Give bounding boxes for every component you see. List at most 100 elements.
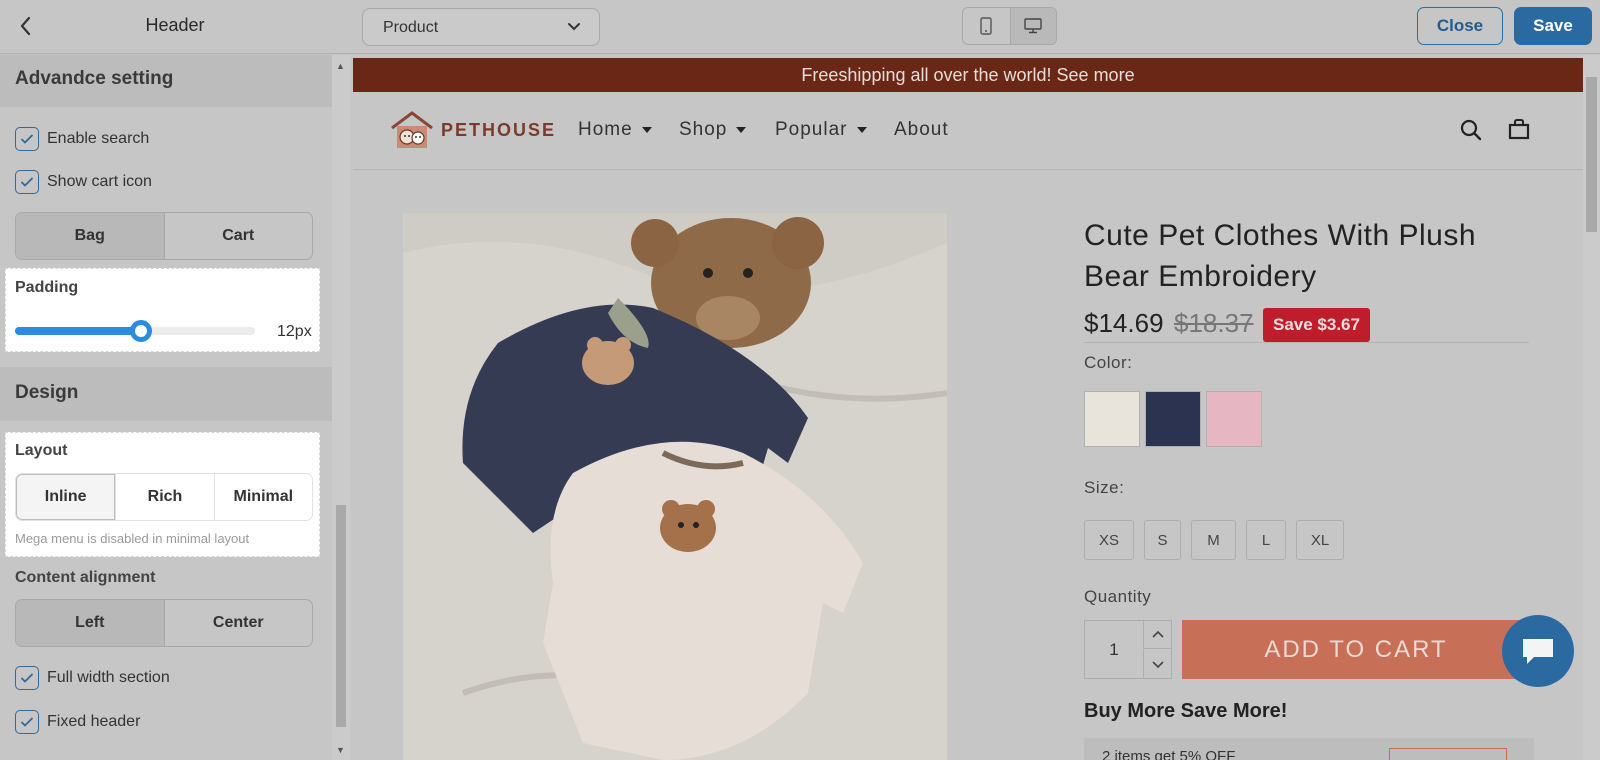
sidebar-scroll-thumb[interactable]: [336, 505, 346, 727]
panel-title: Header: [145, 15, 205, 35]
site-header: PETHOUSE Home Shop Popular About: [353, 92, 1583, 170]
discount-tier-row: 2 items get 5% OFF: [1084, 738, 1534, 760]
caret-down-icon: [736, 127, 747, 133]
buy-more-heading: Buy More Save More!: [1084, 700, 1288, 722]
nav-shop[interactable]: Shop: [679, 119, 747, 141]
swatch-fill: [1085, 392, 1139, 446]
chat-bubble-icon: [1523, 639, 1553, 664]
checkbox-label: Full width section: [47, 669, 170, 686]
nav-label: Home: [578, 119, 633, 140]
preview-scrollbar[interactable]: [1583, 55, 1600, 760]
nav-about[interactable]: About: [894, 119, 949, 141]
compare-price: $18.37: [1174, 308, 1254, 338]
caret-down-icon: [641, 127, 652, 133]
chevron-down-icon: [568, 23, 580, 31]
scroll-up-icon[interactable]: ▲: [336, 61, 345, 71]
close-button[interactable]: Close: [1417, 7, 1503, 45]
quantity-label: Quantity: [1084, 587, 1152, 606]
discount-add-button[interactable]: [1389, 748, 1507, 760]
quantity-stepper: 1: [1084, 620, 1172, 679]
preview-scroll-thumb[interactable]: [1586, 77, 1597, 232]
product-title: Cute Pet Clothes With Plush Bear Embroid…: [1084, 219, 1477, 293]
design-heading: Design: [0, 367, 332, 421]
checkbox-label: Fixed header: [47, 713, 141, 730]
full-width-checkbox[interactable]: Full width section: [15, 666, 170, 690]
padding-value: 12px: [277, 323, 312, 340]
size-label: Size:: [1084, 478, 1125, 497]
enable-search-checkbox[interactable]: Enable search: [15, 127, 149, 151]
desktop-icon: [1024, 18, 1042, 34]
product-image[interactable]: [403, 213, 947, 760]
quantity-increase-button[interactable]: [1143, 621, 1171, 649]
discount-text: 2 items get 5% OFF: [1102, 748, 1236, 760]
chevron-up-icon: [1151, 630, 1164, 638]
size-l-button[interactable]: L: [1246, 520, 1286, 560]
size-s-button[interactable]: S: [1144, 520, 1181, 560]
layout-hint: Mega menu is disabled in minimal layout: [15, 531, 250, 546]
size-xs-button[interactable]: XS: [1084, 520, 1134, 560]
add-to-cart-button[interactable]: ADD TO CART: [1182, 620, 1530, 679]
content-alignment-label: Content alignment: [15, 569, 156, 586]
layout-rich-button[interactable]: Rich: [115, 474, 213, 520]
color-label: Color:: [1084, 353, 1133, 372]
cart-style-cart-button[interactable]: Cart: [163, 213, 313, 259]
quantity-decrease-button[interactable]: [1143, 650, 1171, 678]
cart-style-segmented: Bag Cart: [15, 212, 313, 260]
save-button[interactable]: Save: [1514, 7, 1592, 45]
show-cart-icon-checkbox[interactable]: Show cart icon: [15, 170, 152, 194]
nav-label: Shop: [679, 119, 728, 140]
color-swatch-navy[interactable]: [1145, 391, 1201, 447]
caret-down-icon: [856, 127, 867, 133]
page-select-value: Product: [383, 19, 439, 36]
alignment-segmented: Left Center: [15, 599, 313, 647]
cart-style-bag-button[interactable]: Bag: [16, 213, 164, 259]
nav-popular[interactable]: Popular: [775, 119, 867, 141]
swatch-fill: [1146, 392, 1200, 446]
bag-icon[interactable]: [1507, 117, 1531, 141]
checkbox-box: [15, 666, 39, 690]
slider-thumb[interactable]: [130, 320, 152, 342]
store-logo[interactable]: PETHOUSE: [389, 110, 556, 150]
color-swatch-pink[interactable]: [1206, 391, 1262, 447]
padding-slider[interactable]: [15, 320, 255, 342]
padding-label: Padding: [15, 279, 79, 296]
swatch-fill: [1207, 392, 1261, 446]
nav-home[interactable]: Home: [578, 119, 652, 141]
save-badge: Save $3.67: [1263, 308, 1370, 342]
advanced-setting-heading: Advandce setting: [0, 55, 332, 107]
alignment-center-button[interactable]: Center: [163, 600, 313, 646]
divider: [1084, 342, 1529, 343]
checkbox-box: [15, 710, 39, 734]
layout-segmented: Inline Rich Minimal: [15, 473, 313, 521]
checkbox-label: Show cart icon: [47, 173, 152, 190]
layout-inline-button[interactable]: Inline: [16, 474, 116, 520]
product-price: $14.69: [1084, 308, 1164, 338]
checkmark-icon: [20, 673, 34, 683]
nav-label: About: [894, 119, 949, 140]
quantity-input[interactable]: 1: [1085, 621, 1143, 678]
logo-text: PETHOUSE: [441, 119, 557, 140]
mobile-icon: [980, 17, 992, 35]
mobile-view-button[interactable]: [963, 8, 1010, 44]
color-swatch-white[interactable]: [1084, 391, 1140, 447]
scroll-down-icon[interactable]: ▼: [336, 745, 345, 755]
layout-label: Layout: [15, 442, 68, 459]
desktop-view-button[interactable]: [1009, 8, 1056, 44]
product-photo: [403, 213, 947, 760]
checkbox-label: Enable search: [47, 130, 150, 147]
search-icon[interactable]: [1459, 118, 1483, 142]
announcement-bar[interactable]: Freeshipping all over the world! See mor…: [353, 58, 1583, 92]
store-preview: Freeshipping all over the world! See mor…: [353, 55, 1583, 760]
nav-label: Popular: [775, 119, 848, 140]
checkmark-icon: [20, 177, 34, 187]
chat-button[interactable]: [1502, 615, 1574, 687]
page-select[interactable]: Product: [362, 8, 600, 46]
alignment-left-button[interactable]: Left: [16, 600, 164, 646]
size-xl-button[interactable]: XL: [1296, 520, 1344, 560]
sidebar-scrollbar[interactable]: ▲ ▼: [332, 55, 350, 760]
fixed-header-checkbox[interactable]: Fixed header: [15, 710, 140, 734]
layout-minimal-button[interactable]: Minimal: [213, 474, 312, 520]
device-toggle: [962, 7, 1057, 45]
settings-panel: Advandce setting Enable search Show cart…: [0, 55, 350, 760]
size-m-button[interactable]: M: [1191, 520, 1236, 560]
